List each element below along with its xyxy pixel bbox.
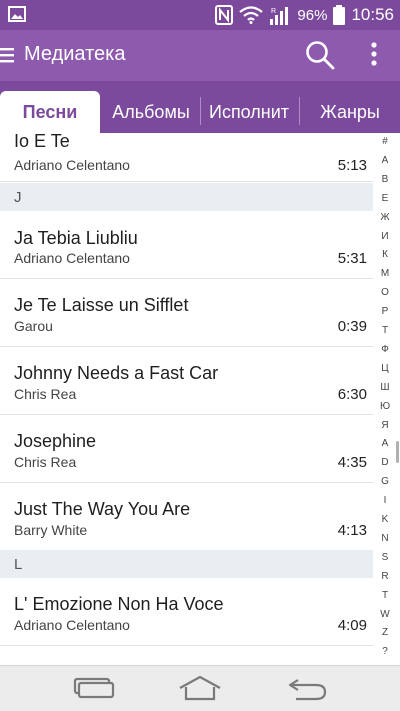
more-options-icon[interactable]: [360, 38, 388, 72]
song-duration: 4:13: [337, 522, 367, 539]
song-duration: 0:39: [337, 318, 367, 335]
song-duration: 5:31: [337, 250, 367, 267]
index-letter[interactable]: T: [373, 590, 397, 601]
song-row[interactable]: Io E Te Adriano Celentano 5:13: [0, 133, 373, 182]
index-letter[interactable]: М: [373, 268, 397, 279]
index-letter[interactable]: S: [373, 552, 397, 563]
back-icon[interactable]: [284, 673, 332, 703]
hamburger-menu-icon[interactable]: [0, 43, 20, 67]
home-icon[interactable]: [176, 673, 224, 703]
wifi-icon: [239, 6, 264, 24]
index-letter[interactable]: K: [373, 514, 397, 525]
section-header: J: [0, 183, 373, 211]
song-list[interactable]: Io E Te Adriano Celentano 5:13 J Ja Tebi…: [0, 133, 373, 665]
song-title: Johnny Needs a Fast Car: [14, 363, 219, 383]
recent-apps-icon[interactable]: [70, 673, 118, 703]
nfc-icon: [215, 5, 234, 25]
song-artist: Chris Rea: [14, 386, 77, 402]
index-letter[interactable]: Р: [373, 306, 397, 317]
index-letter[interactable]: Ц: [373, 363, 397, 374]
index-letter[interactable]: R: [373, 571, 397, 582]
status-bar: R 96% 10:56: [0, 0, 400, 30]
song-title: L' Emozione Non Ha Voce: [14, 594, 224, 614]
song-artist: Adriano Celentano: [14, 250, 130, 266]
page-title: Медиатека: [24, 43, 126, 65]
song-artist: Adriano Celentano: [14, 617, 130, 633]
svg-text:R: R: [271, 8, 276, 15]
index-letter[interactable]: N: [373, 533, 397, 544]
section-header: L: [0, 550, 373, 578]
index-letter[interactable]: I: [373, 495, 397, 506]
search-icon[interactable]: [303, 38, 337, 72]
tab-bar: Песни Альбомы Исполнит Жанры: [0, 81, 400, 133]
song-row[interactable]: Ja Tebia Liubliu Adriano Celentano 5:31: [0, 211, 373, 279]
song-title: Josephine: [14, 431, 97, 451]
index-letter[interactable]: Ш: [373, 382, 397, 393]
gallery-notification-icon: [8, 6, 26, 22]
song-row[interactable]: Je Te Laisse un Sifflet Garou 0:39: [0, 279, 373, 347]
song-row[interactable]: Just The Way You Are Barry White 4:13: [0, 483, 373, 550]
tab-divider: [200, 97, 201, 125]
index-letter[interactable]: ?: [373, 646, 397, 657]
tab-albums[interactable]: Альбомы: [103, 91, 199, 133]
index-letter[interactable]: G: [373, 476, 397, 487]
song-duration: 5:13: [337, 157, 367, 174]
index-letter[interactable]: Ф: [373, 344, 397, 355]
battery-percent: 96%: [297, 6, 328, 24]
song-duration: 4:09: [337, 617, 367, 634]
song-row[interactable]: Johnny Needs a Fast Car Chris Rea 6:30: [0, 347, 373, 415]
index-letter[interactable]: A: [373, 438, 397, 449]
song-row[interactable]: Josephine Chris Rea 4:35: [0, 415, 373, 483]
song-title: Io E Te: [14, 133, 70, 151]
signal-icon: R: [270, 7, 289, 25]
alphabet-index[interactable]: # А В Е Ж И К М О Р Т Ф Ц Ш Ю Я A D G I K N S R T W Z?: [373, 133, 397, 665]
index-letter[interactable]: Е: [373, 193, 397, 204]
song-row[interactable]: L' Emozione Non Ha Voce Adriano Celentan…: [0, 578, 373, 646]
tab-artists[interactable]: Исполнит: [203, 91, 296, 133]
index-letter[interactable]: А: [373, 155, 397, 166]
clock: 10:56: [351, 5, 394, 24]
song-duration: 6:30: [337, 386, 367, 403]
song-title: Je Te Laisse un Sifflet: [14, 295, 189, 315]
song-artist: Garou: [14, 318, 53, 334]
index-letter[interactable]: К: [373, 249, 397, 260]
song-title: Just The Way You Are: [14, 499, 191, 519]
song-artist: Chris Rea: [14, 454, 77, 470]
index-letter[interactable]: В: [373, 174, 397, 185]
navigation-bar: [0, 665, 400, 711]
song-duration: 4:35: [337, 454, 367, 471]
index-letter[interactable]: Я: [373, 420, 397, 431]
index-letter[interactable]: Z: [373, 627, 397, 638]
index-letter[interactable]: #: [373, 136, 397, 147]
app-bar: Медиатека: [0, 30, 400, 81]
battery-icon: [333, 5, 346, 25]
index-letter[interactable]: Т: [373, 325, 397, 336]
tab-genres[interactable]: Жанры: [302, 91, 398, 133]
index-letter[interactable]: Ж: [373, 212, 397, 223]
song-artist: Barry White: [14, 522, 88, 538]
index-letter[interactable]: Ю: [373, 401, 397, 412]
song-artist: Adriano Celentano: [14, 157, 130, 173]
index-letter[interactable]: D: [373, 457, 397, 468]
index-letter[interactable]: И: [373, 231, 397, 242]
tab-divider: [299, 97, 300, 125]
tab-songs[interactable]: Песни: [0, 91, 100, 133]
scrollbar-thumb[interactable]: [396, 441, 399, 463]
index-letter[interactable]: W: [373, 609, 397, 620]
index-letter[interactable]: О: [373, 287, 397, 298]
song-title: Ja Tebia Liubliu: [14, 228, 138, 248]
